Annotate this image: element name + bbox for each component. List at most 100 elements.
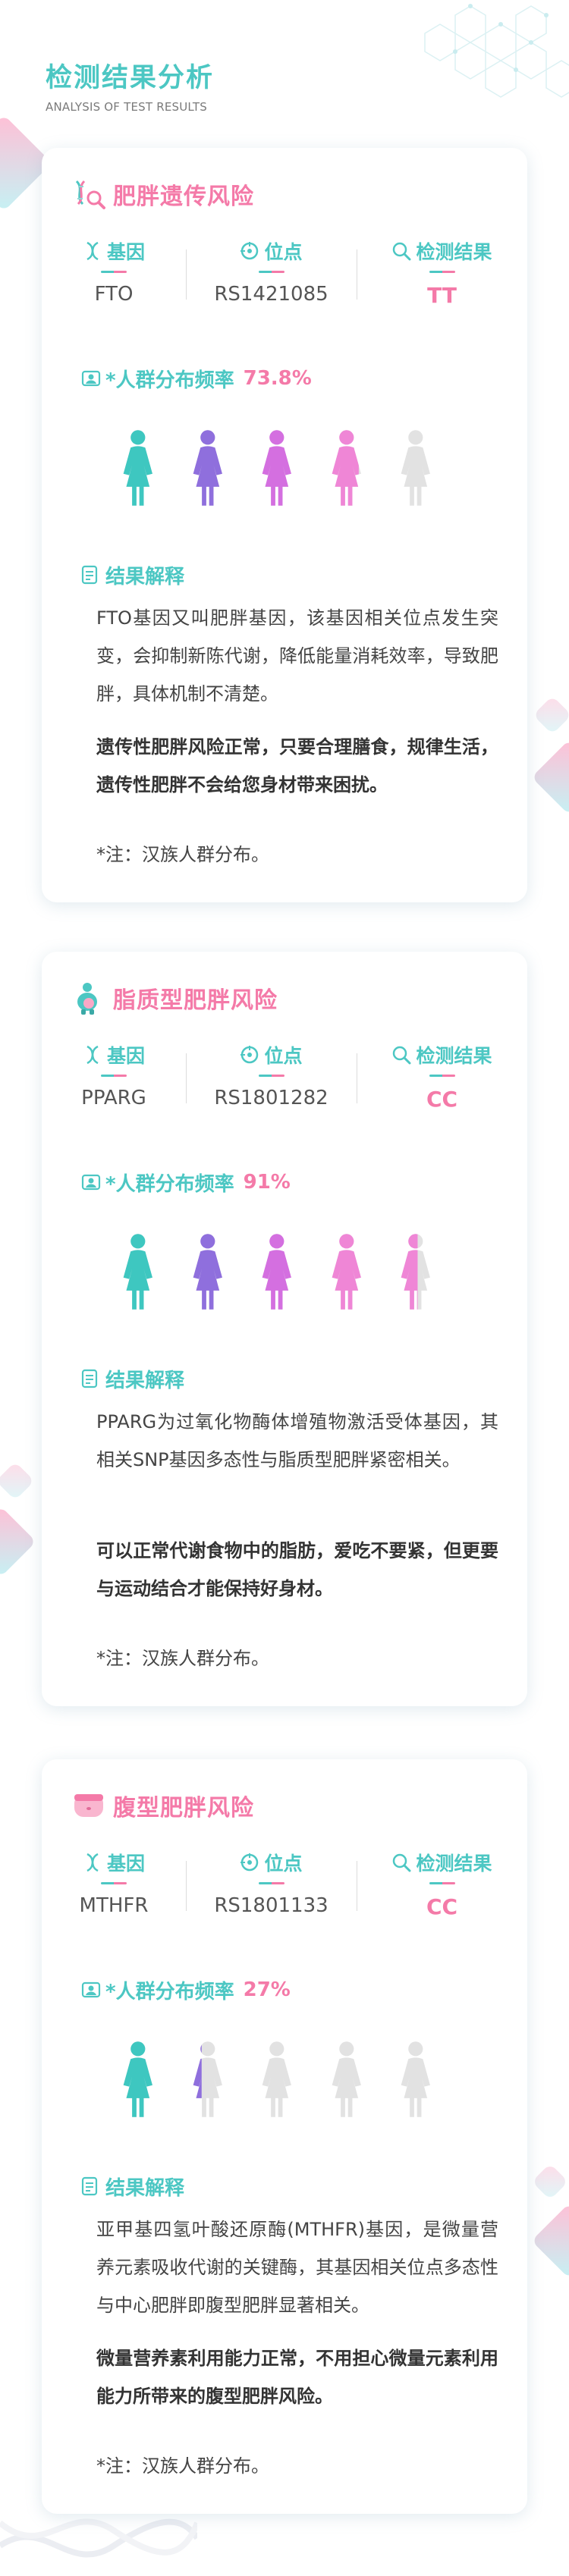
person-figure-icon [332,430,361,506]
population-note: *注：汉族人群分布。 [96,844,269,865]
person-figure-icon [193,430,222,506]
right-diamond-decoration-3 [531,2163,569,2201]
person-figure-icon [401,430,431,506]
person-figure-icon [193,1234,222,1310]
person-figure-icon [193,2041,222,2117]
gene-info-row: 基因 FTO 位点 RS1421085 检测结果 TT [42,237,527,313]
result-value: TT [427,283,457,308]
left-diamond-decoration-3 [0,1506,36,1577]
gene-label: 基因 [106,1853,145,1875]
label-underline [258,1075,284,1077]
dna-magnifier-icon [75,180,105,209]
page-subtitle: ANALYSIS OF TEST RESULTS [46,100,207,114]
card-title: 腹型肥胖风险 [113,1795,254,1821]
population-icon [81,370,101,387]
population-icon [81,1174,101,1191]
label-underline [101,271,127,273]
search-icon [393,242,411,261]
locus-value: RS1421085 [214,283,329,306]
population-figures [118,1231,436,1314]
label-underline [101,1882,127,1884]
result-card-mthfr: 腹型肥胖风险 基因 MTHFR 位点 RS1801133 检测结果 CC *人群… [42,1759,527,2514]
interpretation-text: 亚甲基四氢叶酸还原酶(MTHFR)基因，是微量营养元素吸收代谢的关键酶，其基因相… [96,2219,498,2316]
card-header: 肥胖遗传风险 [71,177,254,212]
hexagon-network-decoration [424,4,569,98]
result-label: 检测结果 [416,1045,492,1067]
person-figure-icon [332,1234,361,1310]
person-figure-icon [262,2041,292,2117]
label-underline [429,271,455,273]
dna-icon [86,1853,99,1872]
locus-label: 位点 [264,241,303,263]
locus-value: RS1801133 [214,1894,329,1917]
result-card-fto: 肥胖遗传风险 基因 FTO 位点 RS1421085 检测结果 TT *人群分布… [42,148,527,902]
search-icon [393,1046,411,1065]
person-figure-icon [332,2041,361,2117]
population-note: *注：汉族人群分布。 [96,2455,269,2477]
result-label: 检测结果 [416,1853,492,1875]
interpretation-conclusion: 微量营养素利用能力正常，不用担心微量元素利用能力所带来的腹型肥胖风险。 [96,2348,498,2407]
belly-icon [74,1794,103,1817]
result-value: CC [426,1087,458,1112]
frequency-row: *人群分布频率 27% [81,1976,291,2003]
gene-column: 基因 PPARG [42,1041,186,1117]
card-header: 脂质型肥胖风险 [71,981,278,1015]
gene-value: FTO [94,283,134,306]
search-icon [393,1853,411,1872]
interpretation-conclusion: 可以正常代谢食物中的脂肪，爱吃不要紧，但更要与运动结合才能保持好身材。 [96,1540,498,1599]
target-icon [240,242,259,260]
locus-value: RS1801282 [214,1087,329,1109]
frequency-value: 27% [243,1978,291,2001]
frequency-row: *人群分布频率 91% [81,1169,291,1196]
chubby-person-icon [77,983,97,1015]
interpretation-text: FTO基因又叫肥胖基因，该基因相关位点发生突变，会抑制新陈代谢，降低能量消耗效率… [96,607,498,704]
result-column: 检测结果 CC [357,1849,527,1925]
locus-column: 位点 RS1801282 [186,1041,357,1117]
gene-column: 基因 FTO [42,237,186,313]
population-note: *注：汉族人群分布。 [96,1648,269,1669]
result-column: 检测结果 TT [357,237,527,313]
interpretation-conclusion: 遗传性肥胖风险正常，只要合理膳食，规律生活，遗传性肥胖不会给您身材带来困扰。 [96,736,498,795]
result-label: 检测结果 [416,241,492,263]
dna-icon [86,1045,99,1065]
document-icon [81,2176,98,2196]
card-title: 肥胖遗传风险 [113,184,254,210]
target-icon [240,1853,259,1872]
dna-icon [86,241,99,261]
result-column: 检测结果 CC [357,1041,527,1117]
card-header: 腹型肥胖风险 [71,1788,254,1823]
gene-column: 基因 MTHFR [42,1849,186,1925]
frequency-label: *人群分布频率 [105,369,234,392]
person-figure-icon [123,2041,152,2117]
locus-column: 位点 RS1421085 [186,237,357,313]
gene-info-row: 基因 PPARG 位点 RS1801282 检测结果 CC [42,1041,527,1117]
gene-label: 基因 [106,241,145,263]
label-underline [258,1882,284,1884]
right-diamond-decoration-2 [531,739,569,815]
label-underline [258,271,284,273]
left-diamond-decoration-2 [0,1461,35,1501]
document-icon [81,565,98,585]
person-figure-icon [123,1234,152,1310]
interpretation-title: 结果解释 [105,2176,185,2200]
frequency-value: 73.8% [243,367,312,390]
right-diamond-decoration-1 [533,695,569,735]
frequency-row: *人群分布频率 73.8% [81,365,312,392]
interpretation-title: 结果解释 [105,1369,185,1392]
interpretation-title: 结果解释 [105,565,185,588]
interpretation-header: 结果解释 [81,2173,184,2200]
gene-info-row: 基因 MTHFR 位点 RS1801133 检测结果 CC [42,1849,527,1925]
target-icon [240,1046,259,1064]
label-underline [429,1882,455,1884]
label-underline [429,1075,455,1077]
interpretation-header: 结果解释 [81,561,184,588]
population-figures [118,2038,436,2122]
gene-value: MTHFR [79,1894,149,1917]
person-figure-icon [123,430,152,506]
population-icon [81,1981,101,1998]
interpretation-text: PPARG为过氧化物酶体增殖物激活受体基因，其相关SNP基因多态性与脂质型肥胖紧… [96,1411,498,1470]
card-title: 脂质型肥胖风险 [113,987,278,1014]
gene-label: 基因 [106,1045,145,1067]
result-value: CC [426,1894,458,1919]
interpretation-header: 结果解释 [81,1365,184,1392]
